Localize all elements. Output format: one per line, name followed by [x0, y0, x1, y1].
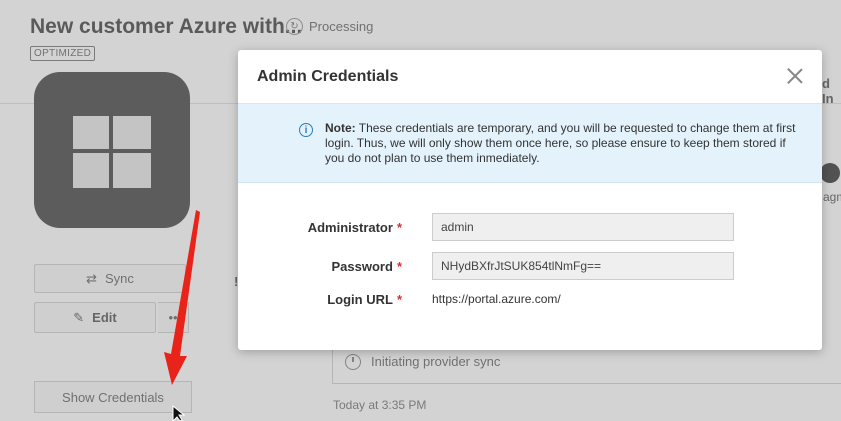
required-marker: * — [396, 219, 402, 235]
required-marker: * — [396, 291, 402, 307]
login-url-value[interactable]: https://portal.azure.com/ — [432, 292, 561, 306]
login-url-row: Login URL * https://portal.azure.com/ — [238, 284, 822, 314]
info-note: i Note: These credentials are temporary,… — [238, 104, 822, 183]
credentials-form: Administrator * admin Password * NHydBXfrJ… — [238, 183, 822, 323]
admin-credentials-modal: Admin Credentials i Note: These credenti… — [238, 50, 822, 350]
note-prefix: Note: — [325, 121, 356, 135]
required-marker: * — [396, 258, 402, 274]
info-icon: i — [299, 123, 313, 137]
password-field[interactable]: NHydBXfrJtSUK854tlNmFg== — [432, 252, 734, 280]
administrator-label: Administrator * — [307, 219, 402, 235]
note-text: Note: These credentials are temporary, a… — [325, 121, 798, 166]
modal-title: Admin Credentials — [257, 67, 399, 85]
modal-header: Admin Credentials — [238, 50, 822, 104]
administrator-row: Administrator * admin — [238, 212, 822, 242]
login-url-label: Login URL * — [327, 291, 402, 307]
password-row: Password * NHydBXfrJtSUK854tlNmFg== — [238, 251, 822, 281]
password-label: Password * — [331, 258, 402, 274]
administrator-field[interactable]: admin — [432, 213, 734, 241]
close-icon[interactable] — [786, 67, 804, 85]
note-body: These credentials are temporary, and you… — [325, 121, 796, 165]
